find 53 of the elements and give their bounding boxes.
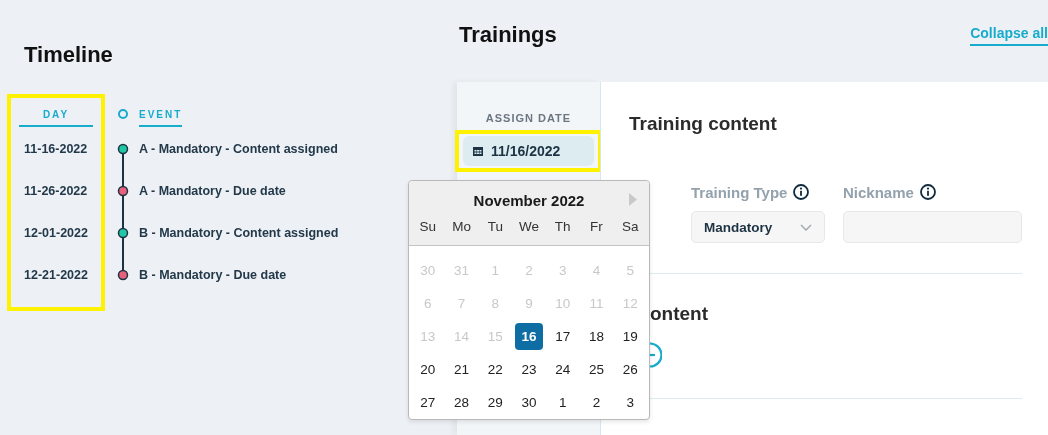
nickname-input[interactable]	[843, 211, 1022, 243]
weekday-label: Tu	[487, 219, 503, 234]
calendar-day[interactable]: 26	[616, 356, 645, 383]
weekday-label: Fr	[590, 219, 603, 234]
calendar-day[interactable]: 19	[616, 323, 645, 350]
add-circle-icon[interactable]	[650, 342, 662, 368]
section-title: Training content	[629, 112, 778, 136]
calendar-day[interactable]: 1	[548, 389, 577, 416]
column-header: DAY	[19, 109, 93, 127]
calendar-day[interactable]: 23	[515, 356, 543, 383]
calendar-day[interactable]: 21	[447, 356, 476, 383]
info-icon[interactable]	[793, 184, 810, 200]
calendar-day[interactable]: 20	[413, 356, 442, 383]
start-circle-icon	[118, 109, 128, 119]
calendar-day[interactable]: 22	[481, 356, 510, 383]
field-label: Training Type	[691, 183, 788, 201]
weekday-label: We	[519, 219, 539, 234]
date-field[interactable]: 11/16/2022	[463, 136, 594, 166]
weekday-label: Sa	[621, 219, 639, 234]
chevron-down-icon	[800, 223, 812, 231]
event-text: A - Mandatory - Due date	[139, 184, 286, 198]
event-text: B - Mandatory - Content assigned	[139, 226, 339, 240]
weekday-label: Su	[419, 219, 437, 234]
timeline-title: Timeline	[24, 42, 114, 68]
calendar-day[interactable]: 24	[548, 356, 577, 383]
event-day: 12-01-2022	[11, 226, 88, 240]
event-day: 12-21-2022	[11, 268, 88, 282]
calendar-day[interactable]: 2	[582, 389, 611, 416]
calendar-day[interactable]: 28	[447, 389, 476, 416]
training-type-select[interactable]: Mandatory	[691, 211, 825, 243]
section-title: ontent	[650, 302, 710, 326]
calendar-day[interactable]: 30	[515, 389, 543, 416]
calendar-day[interactable]: 27	[413, 389, 442, 416]
info-icon[interactable]	[919, 184, 936, 200]
column-header: EVENT	[139, 109, 183, 127]
weekday-label: Th	[554, 219, 571, 234]
page-title: Trainings	[459, 22, 557, 48]
month-title: November 2022	[473, 192, 585, 209]
column-header: ASSIGN DATE	[484, 112, 573, 124]
event-day: 11-16-2022	[11, 142, 88, 156]
event-text: B - Mandatory - Due date	[139, 268, 287, 282]
calendar-icon	[473, 146, 483, 156]
calendar-day[interactable]: 25	[582, 356, 611, 383]
calendar-day[interactable]: 29	[481, 389, 510, 416]
field-label: Nickname	[843, 183, 914, 201]
calendar-day[interactable]: 17	[548, 323, 577, 350]
event-text: A - Mandatory - Content assigned	[139, 142, 338, 156]
calendar-day[interactable]: 18	[582, 323, 611, 350]
weekday-label: Mo	[452, 219, 471, 234]
calendar-day[interactable]: 3	[616, 389, 645, 416]
next-month-icon[interactable]	[629, 193, 637, 206]
calendar-day[interactable]: 16	[515, 323, 543, 350]
event-day: 11-26-2022	[11, 184, 88, 198]
